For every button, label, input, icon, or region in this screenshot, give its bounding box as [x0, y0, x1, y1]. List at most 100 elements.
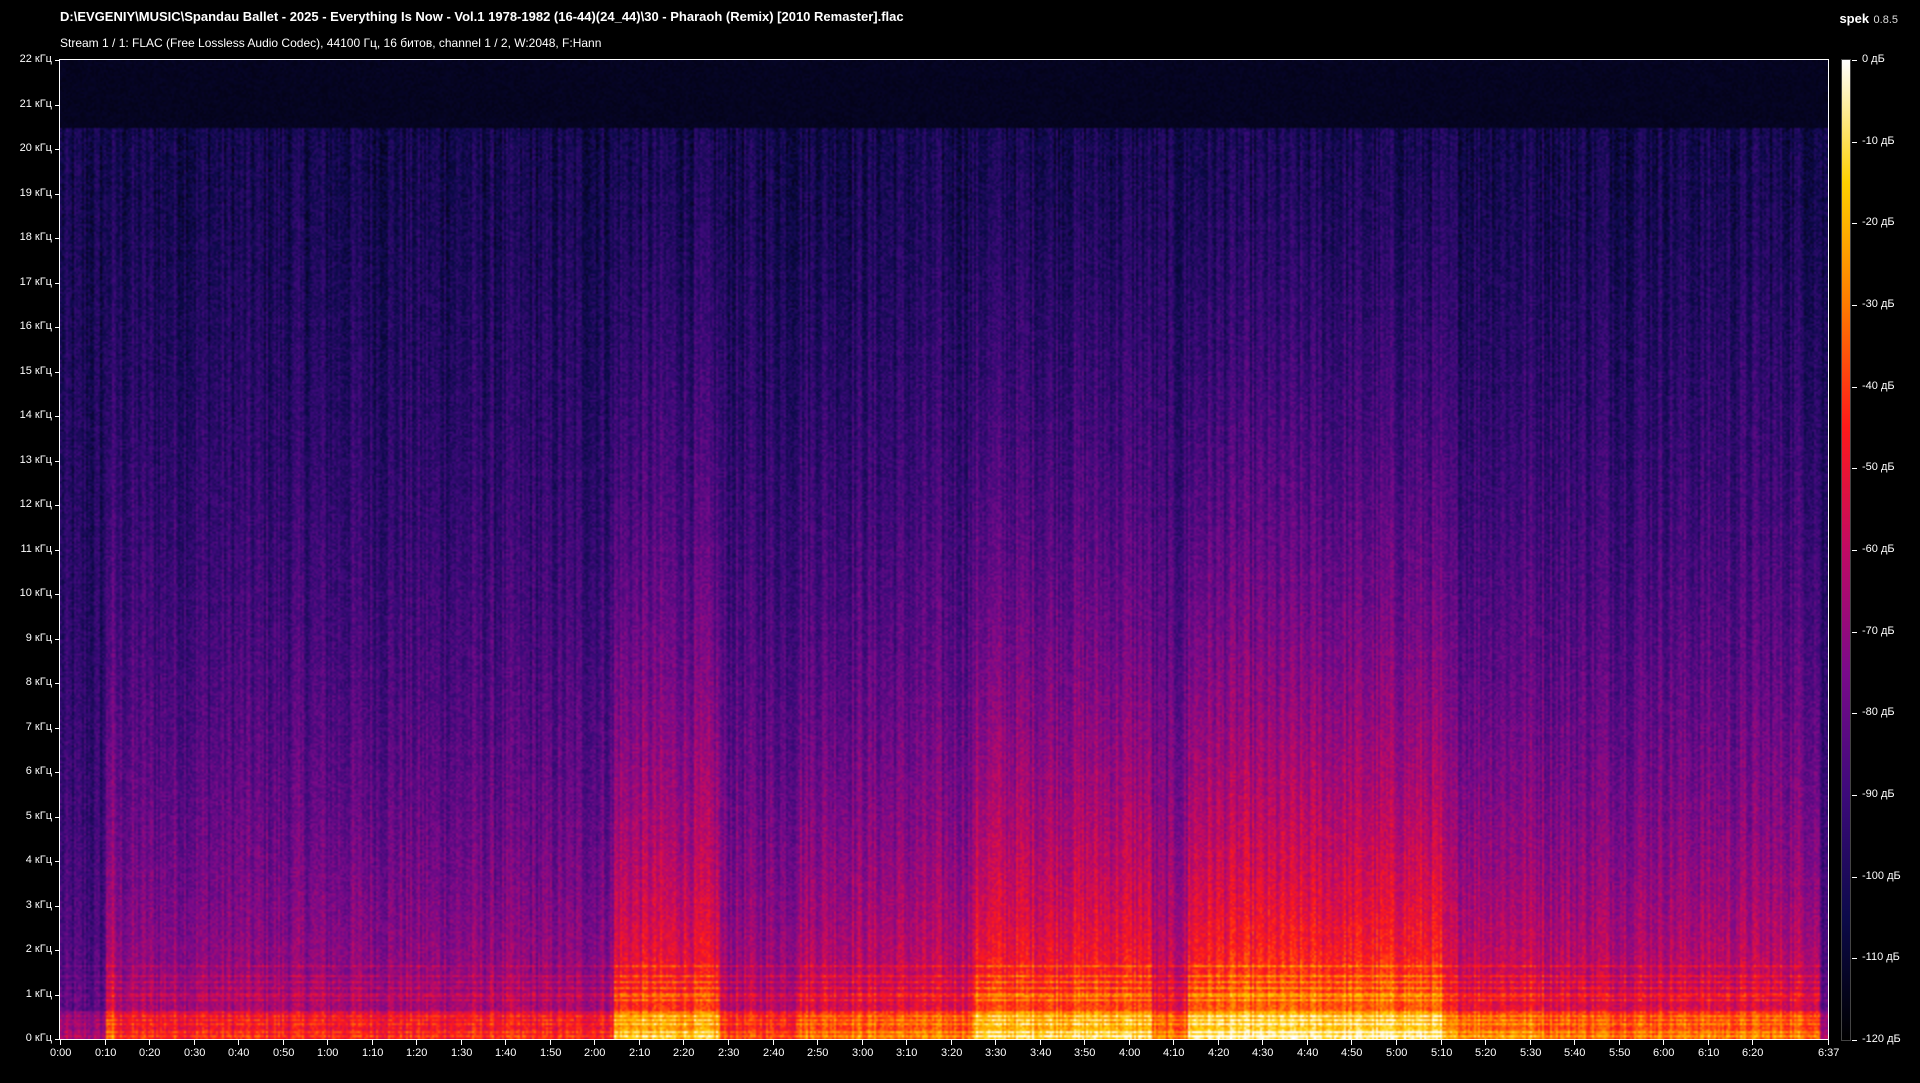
freq-tick-label: 15 кГц [19, 365, 52, 377]
time-tick-mark [1574, 1040, 1575, 1045]
db-tick-mark [1852, 387, 1857, 388]
time-tick-label: 1:30 [451, 1047, 473, 1059]
time-tick-label: 5:00 [1386, 1047, 1408, 1059]
freq-tick-label: 17 кГц [19, 276, 52, 288]
time-tick-label: 0:50 [273, 1047, 295, 1059]
db-tick-label: -70 дБ [1862, 625, 1895, 637]
time-tick-label: 0:00 [50, 1047, 72, 1059]
time-tick-label: 5:30 [1520, 1047, 1542, 1059]
time-tick-mark [773, 1040, 774, 1045]
db-tick-label: -80 дБ [1862, 706, 1895, 718]
time-tick-mark [60, 1040, 61, 1045]
db-tick-mark [1852, 795, 1857, 796]
db-tick-mark [1852, 305, 1857, 306]
db-tick-mark [1852, 1040, 1857, 1041]
db-tick-mark [1852, 223, 1857, 224]
time-tick-mark [1262, 1040, 1263, 1045]
time-tick-mark [105, 1040, 106, 1045]
time-tick-label: 2:00 [584, 1047, 606, 1059]
spectrogram-heatmap [60, 60, 1828, 1039]
time-tick-label: 4:50 [1341, 1047, 1363, 1059]
freq-tick-label: 0 кГц [25, 1032, 52, 1044]
db-tick-label: -110 дБ [1862, 951, 1900, 963]
time-tick-label: 1:10 [362, 1047, 384, 1059]
spectrogram-plot[interactable] [59, 59, 1829, 1040]
time-tick-mark [1396, 1040, 1397, 1045]
time-tick-mark [416, 1040, 417, 1045]
time-tick-label: 1:20 [406, 1047, 428, 1059]
db-tick-label: -120 дБ [1862, 1033, 1901, 1045]
freq-tick-label: 7 кГц [25, 721, 52, 733]
time-tick-label: 4:40 [1297, 1047, 1319, 1059]
time-tick-label: 0:20 [139, 1047, 161, 1059]
time-tick-mark [1441, 1040, 1442, 1045]
db-tick-mark [1852, 468, 1857, 469]
time-tick-mark [327, 1040, 328, 1045]
time-tick-mark [906, 1040, 907, 1045]
time-tick-label: 1:40 [495, 1047, 517, 1059]
time-tick-mark [194, 1040, 195, 1045]
freq-tick-label: 11 кГц [20, 543, 52, 555]
db-tick-label: -10 дБ [1862, 135, 1895, 147]
freq-tick-label: 19 кГц [19, 187, 52, 199]
time-end-tick-mark [1828, 1040, 1829, 1045]
time-tick-label: 3:20 [941, 1047, 963, 1059]
db-tick-mark [1852, 713, 1857, 714]
time-tick-mark [1752, 1040, 1753, 1045]
app-version: 0.8.5 [1873, 14, 1898, 26]
time-tick-label: 2:30 [718, 1047, 740, 1059]
time-tick-label: 5:20 [1475, 1047, 1497, 1059]
time-tick-mark [1530, 1040, 1531, 1045]
time-tick-mark [728, 1040, 729, 1045]
time-tick-mark [238, 1040, 239, 1045]
time-tick-mark [550, 1040, 551, 1045]
freq-tick-label: 3 кГц [25, 899, 52, 911]
time-tick-label: 1:00 [317, 1047, 339, 1059]
freq-tick-label: 6 кГц [25, 765, 52, 777]
db-tick-label: 0 дБ [1862, 53, 1885, 65]
time-tick-label: 5:50 [1609, 1047, 1631, 1059]
time-tick-mark [461, 1040, 462, 1045]
db-tick-mark [1852, 632, 1857, 633]
time-tick-mark [862, 1040, 863, 1045]
time-tick-mark [1173, 1040, 1174, 1045]
time-tick-label: 4:00 [1119, 1047, 1141, 1059]
time-tick-mark [283, 1040, 284, 1045]
time-tick-label: 0:40 [228, 1047, 250, 1059]
time-tick-label: 3:30 [985, 1047, 1007, 1059]
time-tick-mark [1129, 1040, 1130, 1045]
db-tick-label: -40 дБ [1862, 380, 1895, 392]
time-tick-mark [149, 1040, 150, 1045]
time-tick-mark [817, 1040, 818, 1045]
time-tick-label: 6:00 [1653, 1047, 1675, 1059]
time-tick-mark [594, 1040, 595, 1045]
freq-tick-label: 16 кГц [19, 320, 52, 332]
db-tick-mark [1852, 142, 1857, 143]
freq-tick-label: 4 кГц [25, 854, 52, 866]
time-tick-label: 3:00 [852, 1047, 874, 1059]
time-tick-label: 3:10 [896, 1047, 918, 1059]
time-tick-mark [505, 1040, 506, 1045]
time-tick-label: 4:30 [1252, 1047, 1274, 1059]
time-tick-mark [951, 1040, 952, 1045]
db-tick-label: -100 дБ [1862, 870, 1901, 882]
time-tick-mark [372, 1040, 373, 1045]
time-tick-label: 2:20 [673, 1047, 695, 1059]
time-end-label: 6:37 [1818, 1047, 1840, 1059]
time-tick-label: 5:10 [1431, 1047, 1453, 1059]
db-tick-mark [1852, 60, 1857, 61]
db-tick-mark [1852, 877, 1857, 878]
freq-tick-label: 10 кГц [19, 587, 52, 599]
db-tick-label: -50 дБ [1862, 461, 1895, 473]
time-tick-mark [1663, 1040, 1664, 1045]
time-tick-label: 2:50 [807, 1047, 829, 1059]
time-tick-label: 3:40 [1030, 1047, 1052, 1059]
db-tick-mark [1852, 550, 1857, 551]
db-tick-label: -90 дБ [1862, 788, 1895, 800]
time-tick-label: 2:10 [629, 1047, 651, 1059]
stream-info: Stream 1 / 1: FLAC (Free Lossless Audio … [60, 36, 602, 50]
time-tick-label: 5:40 [1564, 1047, 1586, 1059]
freq-tick-label: 18 кГц [19, 231, 52, 243]
time-tick-mark [1485, 1040, 1486, 1045]
time-tick-mark [1708, 1040, 1709, 1045]
